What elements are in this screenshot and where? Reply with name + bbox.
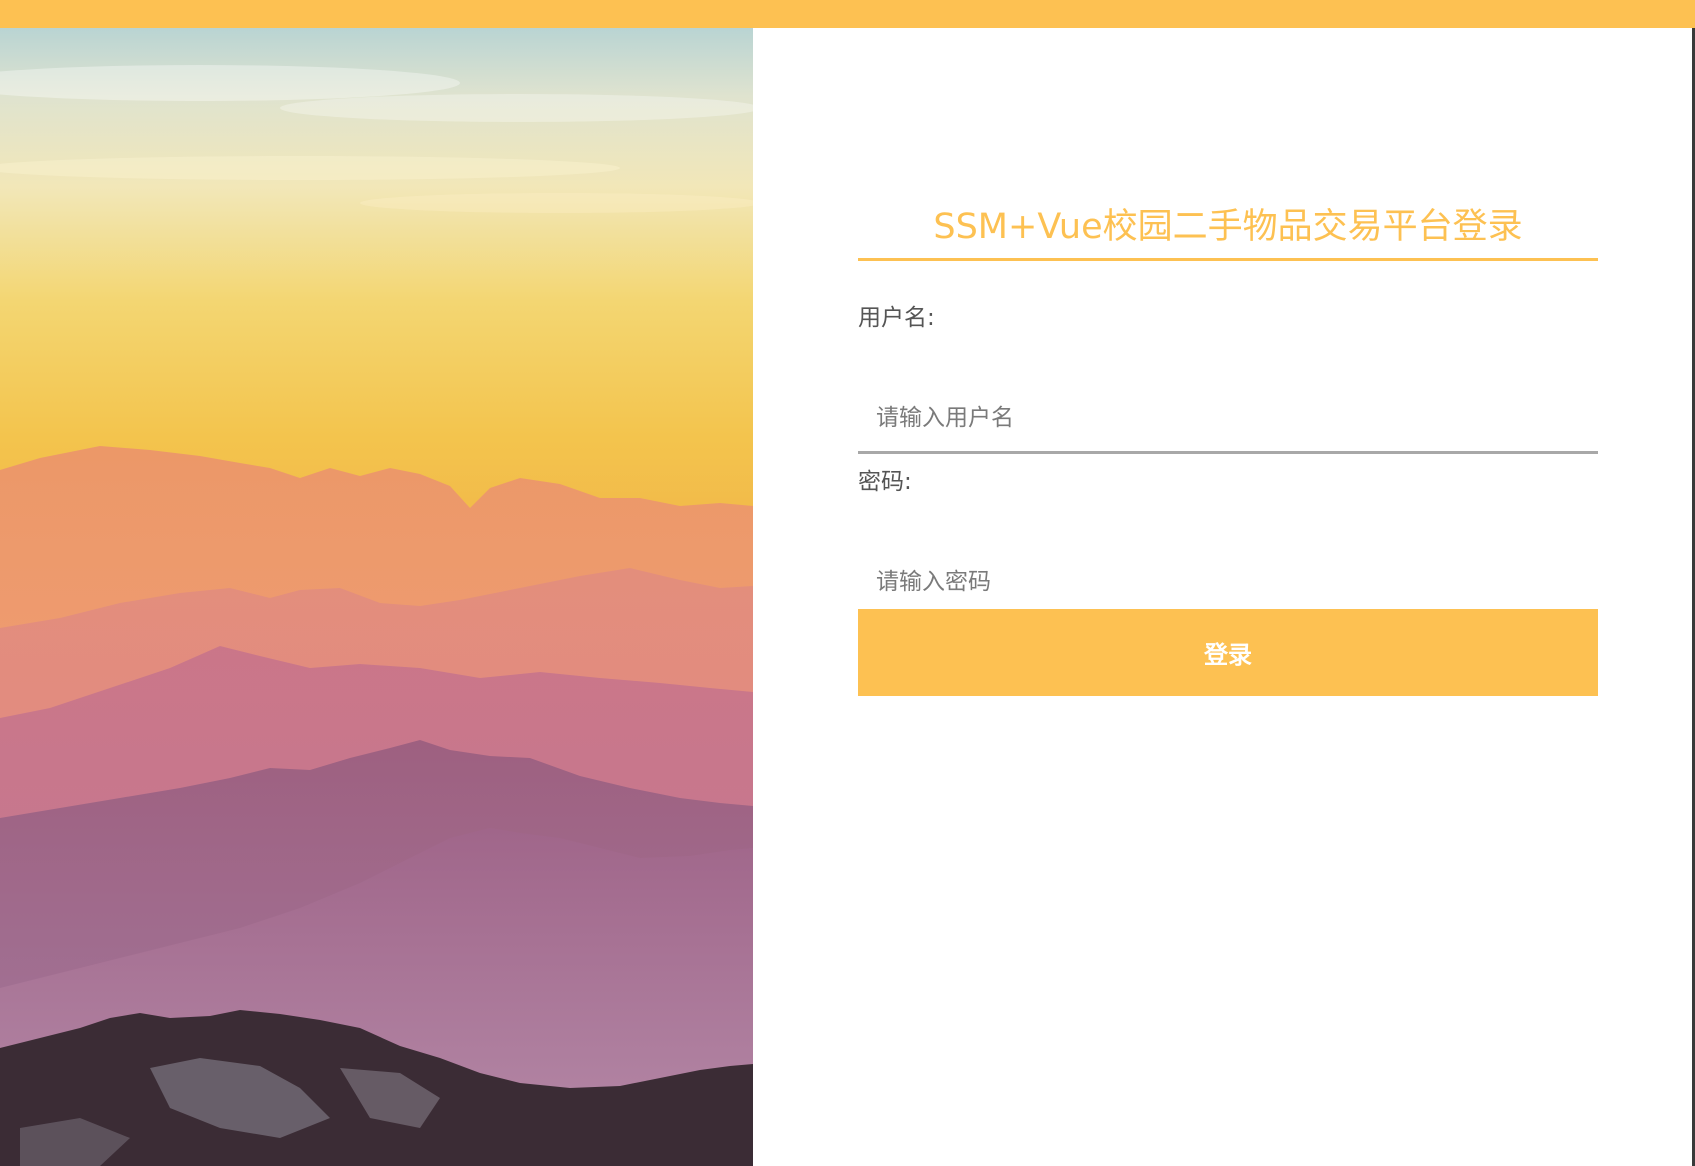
- mountain-sunset-image: [0, 28, 753, 1166]
- login-button[interactable]: 登录: [858, 609, 1598, 696]
- login-page: SSM+Vue校园二手物品交易平台登录 用户名: 密码: 登录: [0, 0, 1695, 1166]
- page-title: SSM+Vue校园二手物品交易平台登录: [933, 207, 1523, 247]
- password-input[interactable]: [858, 548, 1598, 618]
- username-input[interactable]: [858, 384, 1598, 454]
- password-label: 密码:: [858, 469, 912, 495]
- login-form: SSM+Vue校园二手物品交易平台登录 用户名: 密码: 登录: [858, 28, 1598, 1128]
- username-label: 用户名:: [858, 305, 935, 331]
- top-accent-bar: [0, 0, 1695, 28]
- hero-image: [0, 28, 753, 1166]
- title-divider: [858, 258, 1598, 261]
